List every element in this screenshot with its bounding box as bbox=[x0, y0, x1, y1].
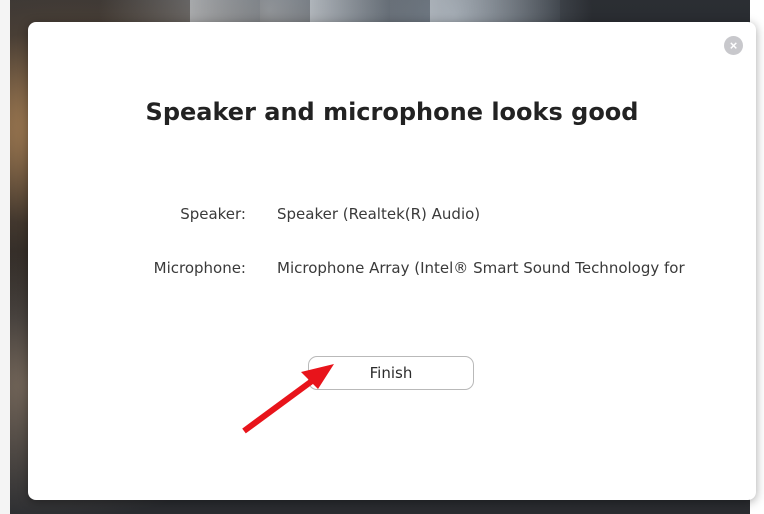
audio-test-dialog: × Speaker and microphone looks good Spea… bbox=[28, 22, 756, 500]
microphone-value: Microphone Array (Intel® Smart Sound Tec… bbox=[277, 259, 687, 277]
speaker-value: Speaker (Realtek(R) Audio) bbox=[277, 205, 481, 223]
background-left-edge bbox=[0, 0, 10, 514]
dialog-title: Speaker and microphone looks good bbox=[145, 98, 639, 126]
microphone-row: Microphone: Microphone Array (Intel® Sma… bbox=[28, 259, 756, 283]
speaker-row: Speaker: Speaker (Realtek(R) Audio) bbox=[28, 205, 756, 229]
finish-button[interactable]: Finish bbox=[308, 356, 474, 390]
close-icon[interactable]: × bbox=[724, 36, 743, 55]
microphone-label: Microphone: bbox=[153, 259, 246, 277]
speaker-label: Speaker: bbox=[180, 205, 246, 223]
